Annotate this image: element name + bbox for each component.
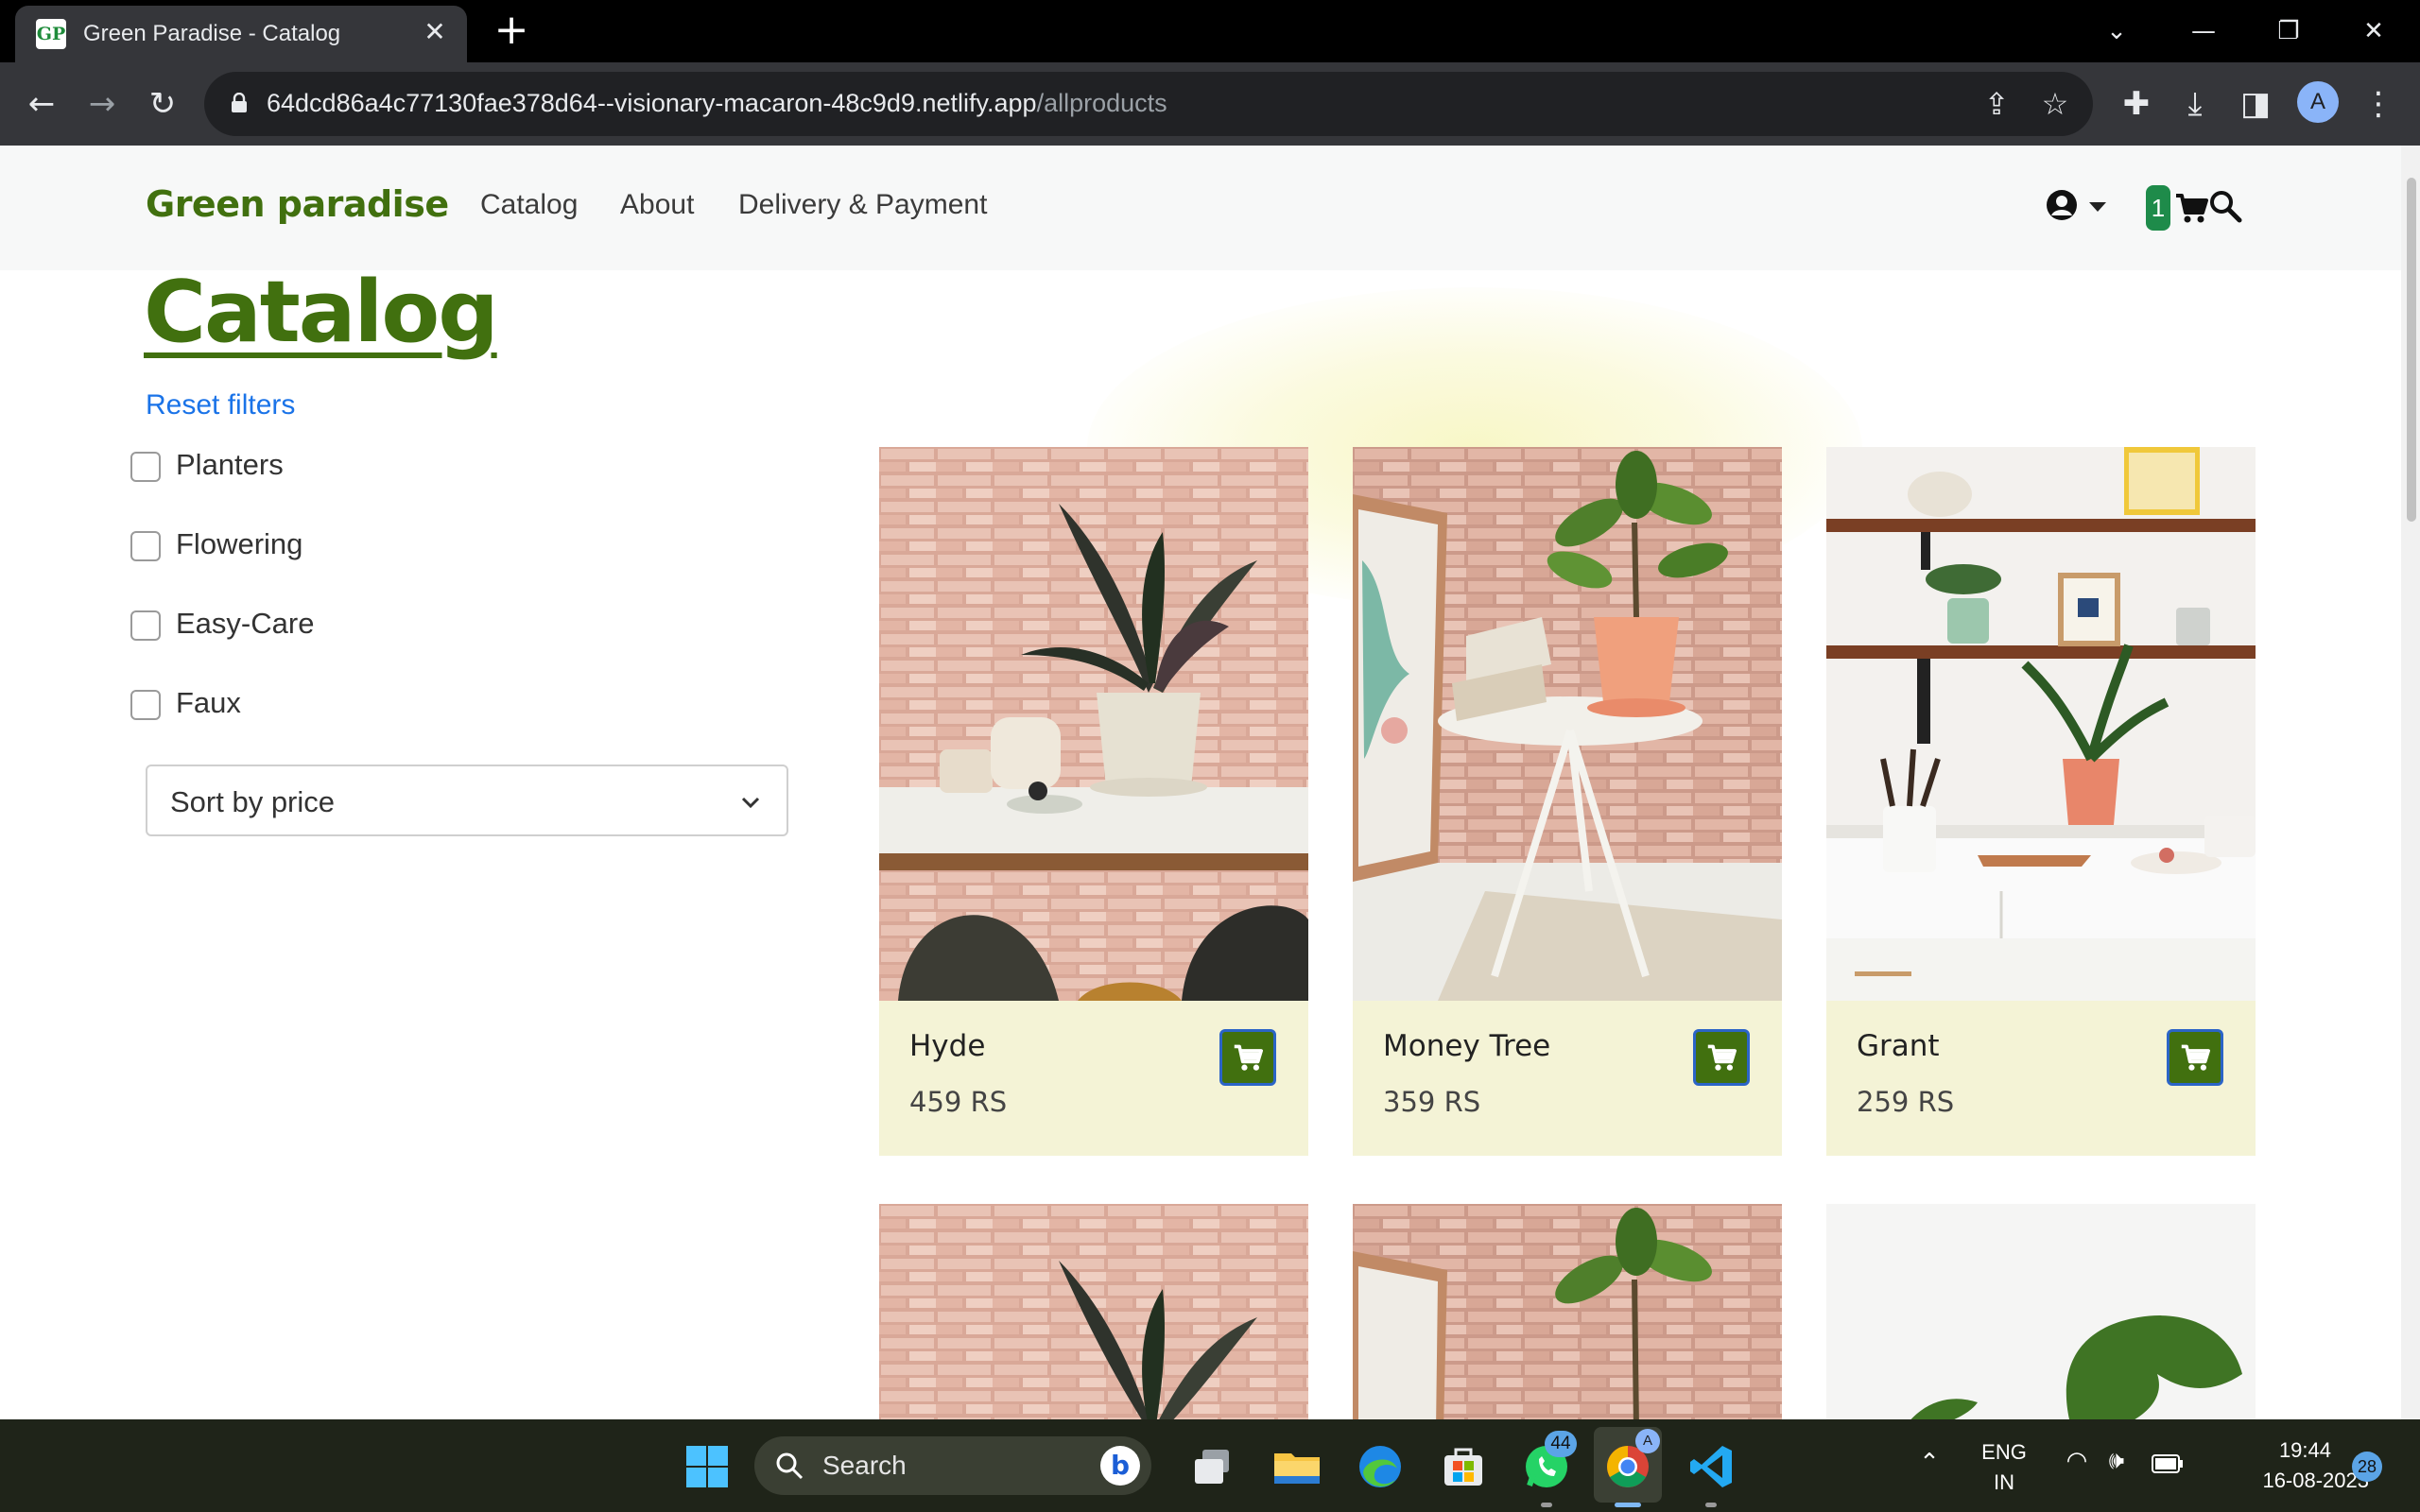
user-account-icon[interactable] [2046,189,2078,221]
edge-browser-icon[interactable] [1354,1440,1407,1493]
filter-checkbox[interactable] [130,690,161,720]
minimize-icon[interactable]: — [2180,8,2227,55]
product-card-partial[interactable] [1826,1204,2256,1419]
taskbar-search-label: Search [822,1451,907,1480]
chevron-down-icon [741,797,760,809]
search-icon [776,1452,804,1480]
language-indicator-top[interactable]: ENG [1976,1440,2032,1465]
taskbar-search-box[interactable]: Search b [754,1436,1151,1495]
search-icon[interactable] [2208,189,2242,223]
language-indicator-bottom[interactable]: IN [1976,1470,2032,1495]
app-running-indicator [1705,1503,1717,1507]
lock-icon [232,93,247,112]
windows-start-icon[interactable] [681,1440,734,1493]
chevron-up-icon[interactable]: ⌃ [1915,1448,1944,1477]
product-name[interactable]: Grant [1857,1029,1940,1063]
windows-taskbar: Search b 44 A ⌃ ENG IN ◠ 🕪 19:44 16-08-2… [0,1419,2420,1512]
add-to-cart-button[interactable] [2167,1029,2223,1086]
account-dropdown-caret-icon[interactable] [2089,202,2106,212]
nav-link-about[interactable]: About [620,189,694,221]
whatsapp-notification-badge: 44 [1545,1431,1577,1457]
product-price: 259 RS [1857,1086,1955,1118]
share-icon[interactable]: ⇪ [1972,79,2021,129]
bing-icon[interactable]: b [1100,1446,1140,1486]
address-bar[interactable]: 64dcd86a4c77130fae378d64--visionary-maca… [204,72,2093,136]
side-panel-icon[interactable]: ◨ [2231,79,2280,129]
product-card-money-tree[interactable]: Money Tree 359 RS [1353,447,1782,1156]
filter-checkbox[interactable] [130,531,161,561]
volume-icon[interactable]: 🕪 [2100,1446,2133,1476]
add-to-cart-button[interactable] [1693,1029,1750,1086]
microsoft-store-icon[interactable] [1437,1440,1490,1493]
product-image[interactable] [1353,447,1782,1001]
scrollbar-thumb[interactable] [2407,178,2416,522]
web-page: Green paradise Catalog About Delivery & … [0,146,2420,1419]
nav-link-catalog[interactable]: Catalog [480,189,578,221]
product-image[interactable] [1353,1204,1782,1419]
site-navbar: Green paradise Catalog About Delivery & … [0,146,2401,270]
product-card-partial[interactable] [1353,1204,1782,1419]
product-name[interactable]: Hyde [909,1029,985,1063]
file-explorer-icon[interactable] [1270,1440,1323,1493]
back-arrow-icon[interactable]: ← [17,79,66,129]
sort-selected-value: Sort by price [170,785,336,818]
bookmark-star-icon[interactable]: ☆ [2031,79,2080,129]
cart-count-badge[interactable]: 1 [2146,185,2170,231]
cart-icon [1707,1044,1737,1071]
cart-icon [1234,1044,1263,1071]
site-favicon-icon: GP [36,19,66,49]
battery-icon[interactable] [2152,1453,2184,1474]
app-active-indicator [1615,1503,1641,1507]
filter-label: Faux [176,686,241,719]
cart-icon [2181,1044,2210,1071]
product-card-hyde[interactable]: Hyde 459 RS [879,447,1308,1156]
sort-by-price-select[interactable]: Sort by price [146,765,788,836]
vscode-icon[interactable] [1685,1440,1737,1493]
tab-search-chevron-icon[interactable]: ⌄ [2093,8,2140,55]
product-card-partial[interactable] [879,1204,1308,1419]
browser-tab[interactable]: GP Green Paradise - Catalog ✕ [15,6,467,62]
reload-icon[interactable]: ↻ [138,79,187,129]
tab-title: Green Paradise - Catalog [83,21,341,46]
add-to-cart-button[interactable] [1219,1029,1276,1086]
download-icon[interactable]: ⤓ [2170,79,2220,129]
product-name[interactable]: Money Tree [1383,1029,1550,1063]
browser-tab-strip: GP Green Paradise - Catalog ✕ + ⌄ — ❐ ✕ [0,0,2420,62]
more-menu-icon[interactable]: ⋮ [2354,79,2403,129]
page-title: Catalog [144,263,499,362]
filter-label: Flowering [176,527,303,560]
browser-toolbar: ← → ↻ 64dcd86a4c77130fae378d64--visionar… [0,62,2420,146]
window-close-icon[interactable]: ✕ [2350,8,2397,55]
filter-label: Planters [176,448,284,481]
notification-count-badge[interactable]: 28 [2352,1452,2382,1482]
profile-avatar[interactable]: A [2297,81,2339,123]
extensions-puzzle-icon[interactable]: ✚ [2112,79,2161,129]
filter-checkbox[interactable] [130,452,161,482]
filter-checkbox[interactable] [130,610,161,641]
product-price: 459 RS [909,1086,1008,1118]
product-image[interactable] [879,1204,1308,1419]
new-tab-plus-icon[interactable]: + [490,9,533,53]
restore-icon[interactable]: ❐ [2265,8,2312,55]
wifi-icon[interactable]: ◠ [2061,1446,2093,1475]
reset-filters-link[interactable]: Reset filters [146,389,295,421]
forward-arrow-icon[interactable]: → [78,79,127,129]
url-text: 64dcd86a4c77130fae378d64--visionary-maca… [267,89,1167,117]
tab-close-icon[interactable]: ✕ [418,15,452,49]
task-view-icon[interactable] [1187,1440,1240,1493]
app-running-indicator [1541,1503,1552,1507]
product-image[interactable] [1826,1204,2256,1419]
cart-icon[interactable] [2174,191,2208,225]
product-image[interactable] [879,447,1308,1001]
site-logo[interactable]: Green paradise [146,183,449,225]
chrome-profile-badge: A [1635,1429,1660,1453]
product-price: 359 RS [1383,1086,1481,1118]
product-card-grant[interactable]: Grant 259 RS [1826,447,2256,1156]
nav-link-delivery-payment[interactable]: Delivery & Payment [738,189,987,221]
product-image[interactable] [1826,447,2256,1001]
filter-label: Easy-Care [176,607,315,640]
